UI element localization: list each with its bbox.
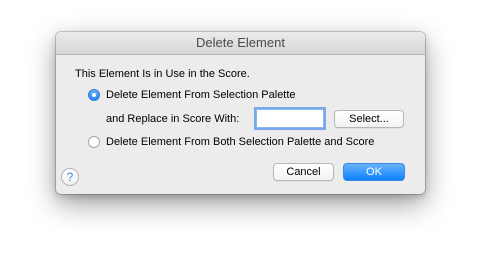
radio-delete-from-both-label[interactable]: Delete Element From Both Selection Palet… [106, 135, 374, 149]
dialog-message: This Element Is in Use in the Score. [75, 68, 250, 80]
replace-element-field[interactable] [256, 109, 324, 128]
cancel-button[interactable]: Cancel [273, 163, 334, 181]
radio-delete-from-palette-label[interactable]: Delete Element From Selection Palette [106, 88, 296, 102]
radio-delete-from-both[interactable] [88, 136, 100, 148]
help-icon[interactable]: ? [61, 168, 79, 186]
ok-button[interactable]: OK [343, 163, 405, 181]
select-button[interactable]: Select... [334, 110, 404, 128]
radio-delete-from-palette[interactable] [88, 89, 100, 101]
delete-element-dialog: Delete Element This Element Is in Use in… [56, 32, 425, 194]
dialog-title: Delete Element [56, 32, 425, 55]
replace-in-score-label: and Replace in Score With: [106, 113, 240, 125]
